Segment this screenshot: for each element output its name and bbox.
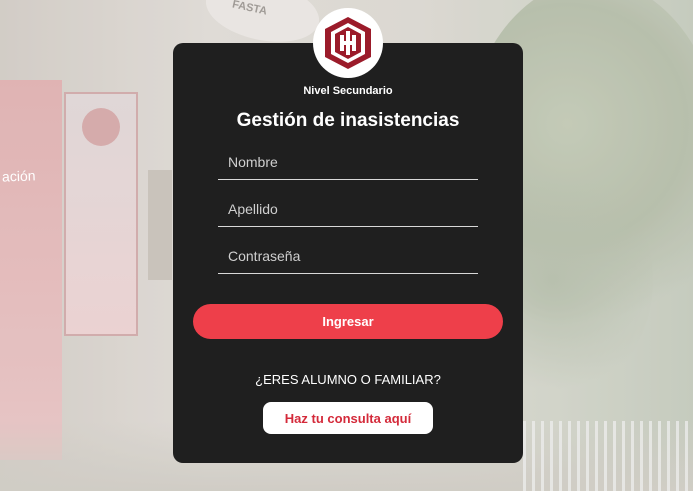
consulta-button[interactable]: Haz tu consulta aquí bbox=[263, 402, 433, 434]
password-field bbox=[218, 239, 478, 274]
password-input[interactable] bbox=[218, 239, 478, 273]
nombre-field bbox=[218, 145, 478, 180]
apellido-input[interactable] bbox=[218, 192, 478, 226]
apellido-field bbox=[218, 192, 478, 227]
level-subtitle: Nivel Secundario bbox=[303, 85, 393, 97]
school-crest-icon bbox=[325, 17, 371, 69]
student-family-question: ¿ERES ALUMNO O FAMILIAR? bbox=[255, 372, 441, 387]
page-title: Gestión de inasistencias bbox=[236, 110, 460, 131]
login-button[interactable]: Ingresar bbox=[193, 304, 503, 339]
school-logo bbox=[313, 8, 383, 78]
nombre-input[interactable] bbox=[218, 145, 478, 179]
